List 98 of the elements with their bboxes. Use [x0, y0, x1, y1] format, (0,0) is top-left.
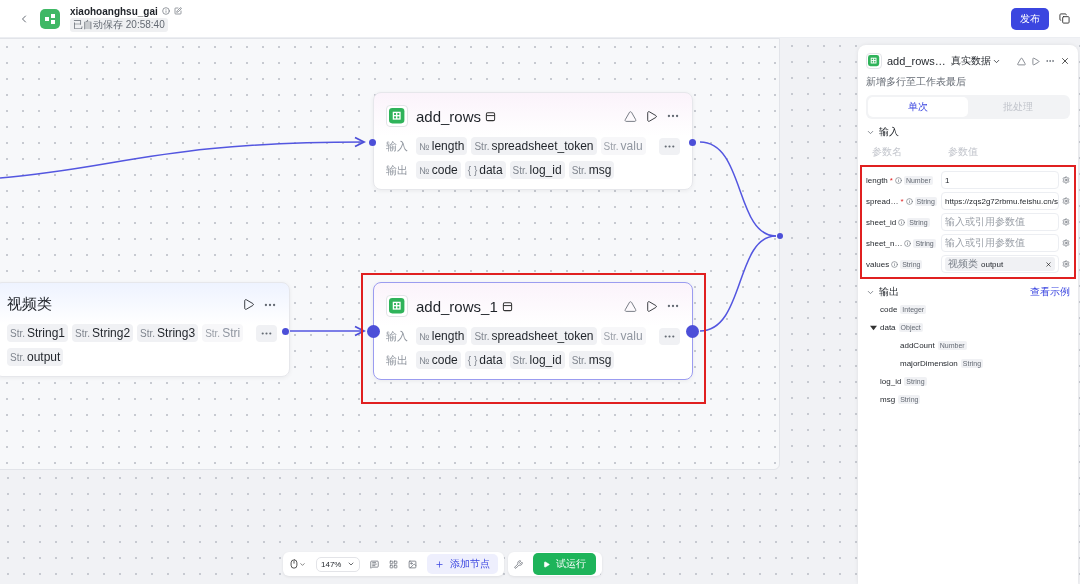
publish-button[interactable]: 发布 [1011, 7, 1049, 30]
port-group-label: 输出 [386, 162, 408, 178]
port-chip: Str. spreadsheet_token [471, 137, 597, 155]
spreadsheet-icon [866, 53, 882, 69]
autosave-status: 已自动保存 20:58:40 [70, 17, 168, 32]
section-title: 输入 [879, 125, 900, 139]
spreadsheet-icon [386, 295, 408, 317]
section-title: 输出 [879, 285, 900, 299]
port-chip: { } data [464, 161, 506, 179]
add-node-button[interactable]: 添加节点 [427, 554, 499, 574]
port-group-label: 输入 [386, 328, 408, 344]
zoom-select[interactable]: 147% [316, 556, 361, 572]
port-dot[interactable] [777, 233, 783, 239]
param-name: spread… [866, 196, 899, 206]
port-chip: Str. msg [568, 161, 615, 179]
port-chip: { } data [464, 351, 506, 369]
required-mark: * [889, 175, 893, 185]
port-chip: № code [416, 351, 461, 369]
node-description: 新增多行至工作表最后 [866, 75, 967, 89]
workflow-node[interactable]: 视频类 Str. String1 Str. String2 Str. String3 Str. Stri Str. output [0, 282, 290, 377]
output-name: majorDimension [900, 359, 958, 368]
output-name: log_id [880, 377, 902, 386]
param-value-field[interactable]: https://zqs2g72rbmu.feishu.cn/s [941, 192, 1059, 210]
grid-icon[interactable] [389, 559, 399, 569]
wrench-icon[interactable] [514, 559, 524, 569]
store-icon [501, 300, 513, 312]
more-button[interactable] [659, 137, 680, 155]
node-title: add_rows_1 [416, 297, 616, 315]
settings-icon[interactable] [1062, 218, 1070, 226]
port-chip: Str. msg [568, 351, 615, 369]
required-mark: * [900, 196, 904, 206]
workflow-node[interactable]: add_rows_1 输入 № length Str. spreadsheet_token Str. valu 输出 № code { } data Str. log_id Str. msg [373, 282, 693, 380]
spreadsheet-icon [386, 105, 408, 127]
play-icon [543, 560, 551, 568]
info-icon[interactable] [904, 239, 912, 247]
more-button[interactable] [256, 324, 277, 342]
output-name: addCount [900, 341, 935, 350]
panel-title: add_rows… [887, 55, 946, 67]
output-name: data [880, 323, 896, 332]
info-icon[interactable] [894, 176, 902, 184]
store-icon [485, 110, 497, 122]
info-icon[interactable] [898, 218, 906, 226]
output-name: msg [880, 395, 896, 404]
play-icon[interactable] [645, 299, 658, 313]
data-mode-dropdown[interactable]: 真实数据 [950, 54, 1012, 68]
info-icon[interactable] [905, 197, 913, 205]
port-group-label: 输出 [386, 352, 408, 368]
caret-icon [347, 560, 356, 568]
port-dot[interactable] [369, 139, 376, 146]
info-icon[interactable] [891, 260, 899, 268]
port-chip: Str. String1 [7, 324, 69, 342]
settings-icon[interactable] [1062, 176, 1070, 184]
settings-icon[interactable] [1062, 239, 1070, 247]
close-icon[interactable] [1060, 56, 1070, 66]
port-chip: Str. valu [600, 137, 646, 155]
port-chip: № code [416, 161, 461, 179]
plus-icon [435, 559, 445, 569]
more-button[interactable] [659, 327, 680, 345]
play-icon[interactable] [645, 109, 658, 123]
param-name: values [866, 259, 890, 269]
param-value-field[interactable]: 1 [941, 171, 1059, 189]
port-chip: Str. log_id [509, 161, 565, 179]
view-example-link[interactable]: 查看示例 [1030, 285, 1070, 299]
minimap-icon[interactable] [408, 559, 418, 569]
expand-caret-icon[interactable] [870, 324, 877, 331]
param-name: length [866, 175, 888, 185]
workflow-node[interactable]: add_rows 输入 № length Str. spreadsheet_token Str. valu 输出 № code { } data Str. log_id Str. msg [373, 92, 693, 190]
comment-icon[interactable] [370, 559, 380, 569]
param-value-field[interactable]: 视频类 output [941, 255, 1059, 273]
port-chip: Str. log_id [509, 351, 565, 369]
copy-icon[interactable] [1059, 13, 1070, 24]
column-header: 参数值 [948, 145, 979, 159]
param-name: sheet_n… [866, 238, 903, 248]
app-logo-icon [40, 8, 60, 29]
port-chip: № length [416, 137, 468, 155]
port-chip: Str. spreadsheet_token [471, 327, 597, 345]
edit-icon[interactable] [173, 7, 182, 15]
port-group-label: 输入 [386, 138, 408, 154]
settings-icon[interactable] [1062, 260, 1070, 268]
param-name: sheet_id [866, 217, 897, 227]
info-icon[interactable] [161, 7, 170, 15]
mouse-icon[interactable] [289, 559, 306, 569]
mode-tab[interactable]: 单次 [868, 97, 968, 117]
port-dot[interactable] [282, 328, 289, 335]
settings-icon[interactable] [1062, 197, 1070, 205]
port-chip: № length [416, 327, 468, 345]
port-chip: Str. valu [600, 327, 646, 345]
port-dot[interactable] [689, 139, 696, 146]
node-title: 视频类 [7, 295, 53, 314]
port-chip: Str. Stri [202, 324, 244, 342]
node-title: add_rows [416, 107, 616, 125]
play-icon[interactable] [242, 298, 255, 311]
clear-icon[interactable] [1045, 260, 1052, 268]
port-chip: Str. String3 [137, 324, 199, 342]
port-chip: Str. String2 [72, 324, 134, 342]
port-chip: Str. output [7, 348, 64, 366]
workflow-title: xiaohoanghsu_gai [70, 5, 158, 17]
output-name: code [880, 305, 898, 314]
